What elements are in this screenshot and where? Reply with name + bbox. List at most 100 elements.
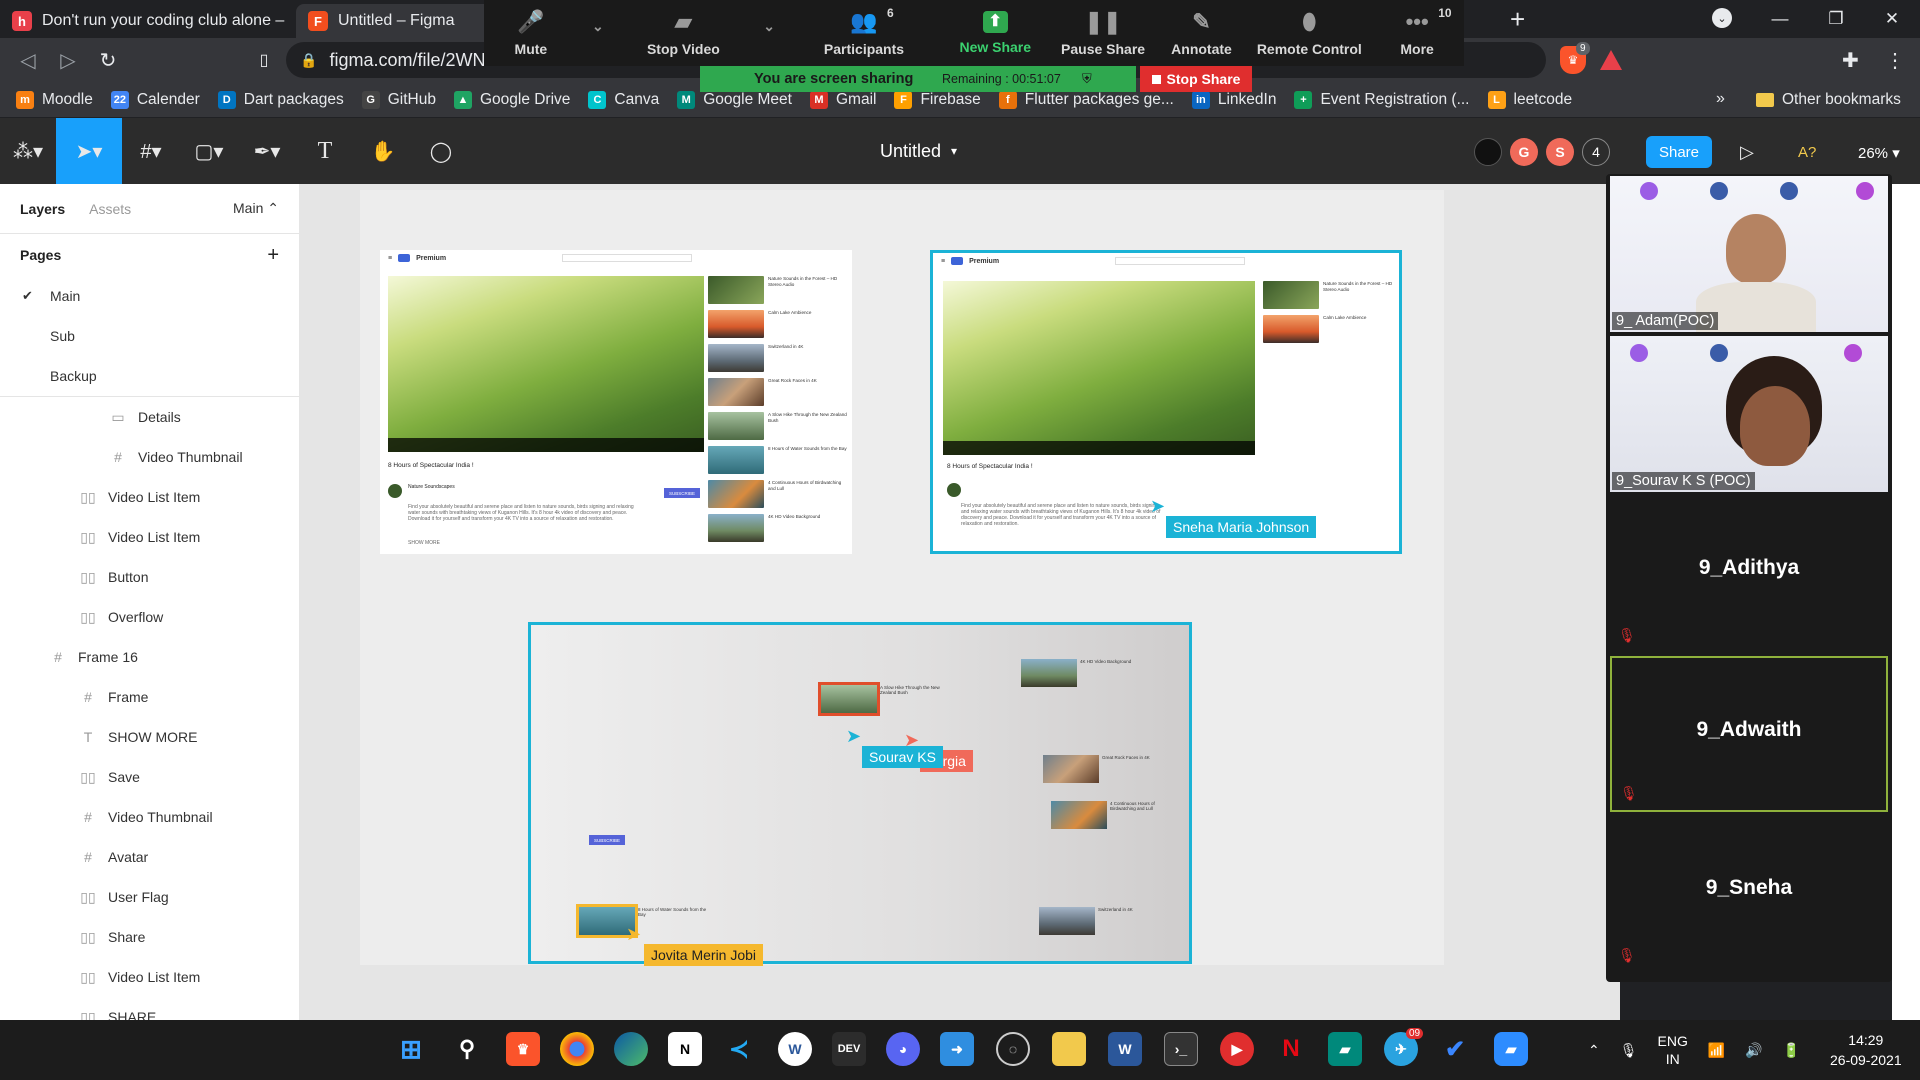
avatar[interactable]: S xyxy=(1546,138,1574,166)
bookmark-item[interactable]: M Google Meet xyxy=(677,90,792,109)
move-tool-icon[interactable]: ➤▾ xyxy=(56,118,122,184)
zoom-remote-control-button[interactable]: ⬮ Remote Control xyxy=(1248,0,1370,66)
brave-rewards-icon[interactable] xyxy=(1600,50,1622,70)
bookmark-item[interactable]: G GitHub xyxy=(361,90,436,109)
layer-item[interactable]: ▯▯ SHARE xyxy=(0,997,299,1021)
browser-menu-icon[interactable]: ⋮ xyxy=(1885,48,1905,73)
bookmark-item[interactable]: F Firebase xyxy=(894,90,981,109)
bookmark-item[interactable]: D Dart packages xyxy=(217,90,344,109)
language-indicator[interactable]: ENG IN xyxy=(1658,1032,1688,1068)
new-tab-button[interactable]: + xyxy=(1510,4,1525,35)
chevron-up-icon[interactable]: ⌃ xyxy=(1588,1042,1600,1059)
avatar[interactable]: G xyxy=(1510,138,1538,166)
page-select[interactable]: Main ⌃ xyxy=(233,200,279,217)
figma-menu-icon[interactable]: ⁂▾ xyxy=(0,118,56,184)
chevron-down-icon[interactable]: ⌄ xyxy=(592,18,604,35)
participant-tile[interactable]: 9_Adithya 🎙 xyxy=(1610,496,1888,652)
zoom-annotate-button[interactable]: ✎ Annotate xyxy=(1155,0,1249,66)
todo-icon[interactable]: ✔ xyxy=(1438,1032,1472,1066)
zoom-stop-video-button[interactable]: ▰ Stop Video ⌄ xyxy=(618,0,775,66)
windows-start-icon[interactable]: ⊞ xyxy=(394,1032,428,1066)
aperture-icon[interactable]: ◌ xyxy=(996,1032,1030,1066)
avatar[interactable] xyxy=(1474,138,1502,166)
file-explorer-icon[interactable] xyxy=(1052,1032,1086,1066)
page-item-sub[interactable]: Sub xyxy=(0,316,299,356)
bookmark-item[interactable]: m Moodle xyxy=(16,90,93,109)
layer-item[interactable]: ▯▯ Share xyxy=(0,917,299,957)
layer-item[interactable]: # Frame xyxy=(0,677,299,717)
dev-icon[interactable]: DEV xyxy=(832,1032,866,1066)
stop-share-button[interactable]: Stop Share xyxy=(1140,66,1252,92)
participant-tile[interactable]: 9_Sneha 🎙 xyxy=(1610,816,1888,972)
netflix-icon[interactable]: N xyxy=(1274,1032,1308,1066)
layer-item[interactable]: ▯▯ Video List Item xyxy=(0,517,299,557)
reload-icon[interactable]: ↻ xyxy=(88,40,128,80)
layer-item[interactable]: # Avatar xyxy=(0,837,299,877)
meet-icon[interactable]: ▰ xyxy=(1328,1032,1362,1066)
microphone-icon[interactable]: 🎙 xyxy=(1620,1042,1638,1059)
participant-tile[interactable]: 9_Sourav K S (POC) xyxy=(1610,336,1888,492)
layer-item[interactable]: ▯▯ User Flag xyxy=(0,877,299,917)
bookmark-item[interactable]: Lleetcode xyxy=(1487,90,1572,109)
layer-item[interactable]: ▯▯ Video List Item xyxy=(0,477,299,517)
layer-item[interactable]: ▭ Details xyxy=(0,397,299,437)
page-item-main[interactable]: ✔ Main xyxy=(0,276,299,316)
bookmark-item[interactable]: 22 Calender xyxy=(110,90,200,109)
bookmark-item[interactable]: f Flutter packages ge... xyxy=(998,90,1174,109)
bookmark-item[interactable]: in LinkedIn xyxy=(1191,90,1276,109)
zoom-pause-share-button[interactable]: ❚❚ Pause Share xyxy=(1052,0,1155,66)
brave-icon[interactable]: ♛ xyxy=(506,1032,540,1066)
bookmark-item[interactable]: M Gmail xyxy=(809,90,876,109)
layer-item[interactable]: T SHOW MORE xyxy=(0,717,299,757)
layer-item[interactable]: ▯▯ Video List Item xyxy=(0,957,299,997)
forward-icon[interactable]: ▷ xyxy=(48,40,88,80)
discord-icon[interactable]: ◕ xyxy=(886,1032,920,1066)
layer-item[interactable]: # Video Thumbnail xyxy=(0,437,299,477)
youtube-frame-2[interactable]: ≡ Premium 8 Hours of Spectacular India !… xyxy=(930,250,1402,554)
extensions-icon[interactable]: ✚ xyxy=(1842,48,1859,73)
bookmark-item[interactable]: + Event Registration (... xyxy=(1294,90,1470,109)
search-icon[interactable]: ⚲ xyxy=(450,1032,484,1066)
wifi-icon[interactable]: 📶 xyxy=(1708,1042,1725,1059)
zoom-icon[interactable]: ▰ xyxy=(1494,1032,1528,1066)
comment-tool-icon[interactable]: ◯ xyxy=(412,118,470,184)
layer-item[interactable]: # Video Thumbnail xyxy=(0,797,299,837)
word-icon[interactable]: W xyxy=(1108,1032,1142,1066)
tab-search-icon[interactable]: ⌄ xyxy=(1712,8,1732,28)
layer-item[interactable]: ▯▯ Overflow xyxy=(0,597,299,637)
layer-item[interactable]: ▯▯ Save xyxy=(0,757,299,797)
participant-tile-active[interactable]: 9_Adwaith 🎙 xyxy=(1610,656,1888,812)
layer-item[interactable]: # Frame 16 xyxy=(0,637,299,677)
missing-fonts-icon[interactable]: A? xyxy=(1798,144,1816,161)
bookmark-item[interactable]: C Canva xyxy=(588,90,659,109)
add-page-icon[interactable]: + xyxy=(267,244,279,267)
other-bookmarks[interactable]: Other bookmarks xyxy=(1756,82,1901,118)
close-icon[interactable]: ✕ xyxy=(1864,0,1920,38)
terminal-icon[interactable]: ›_ xyxy=(1164,1032,1198,1066)
chevron-down-icon[interactable]: ⌄ xyxy=(763,18,775,35)
file-title[interactable]: Untitled ▾ xyxy=(880,118,957,184)
bookmark-item[interactable]: ▲ Google Drive xyxy=(453,90,570,109)
tab-assets[interactable]: Assets xyxy=(89,201,131,217)
frame-16[interactable]: A Slow Hike Through the New Zealand Bush… xyxy=(528,622,1192,964)
back-icon[interactable]: ◁ xyxy=(8,40,48,80)
clock[interactable]: 14:29 26-09-2021 xyxy=(1830,1030,1902,1070)
figma-canvas[interactable]: ≡ Premium 8 Hours of Spectacular India !… xyxy=(300,184,1620,1020)
zoom-mute-button[interactable]: 🎤 Mute ⌄ xyxy=(484,0,604,66)
shape-tool-icon[interactable]: ▢▾ xyxy=(180,118,238,184)
layer-item[interactable]: ▯▯ Button xyxy=(0,557,299,597)
share-button[interactable]: Share xyxy=(1646,136,1712,168)
bookmarks-overflow-button[interactable]: » xyxy=(1716,90,1725,108)
chrome-icon[interactable] xyxy=(560,1032,594,1066)
restore-icon[interactable]: ❐ xyxy=(1808,0,1864,38)
notion-icon[interactable]: N xyxy=(668,1032,702,1066)
youtube-frame-1[interactable]: ≡ Premium 8 Hours of Spectacular India !… xyxy=(380,250,852,554)
zoom-more-button[interactable]: ••• More 10 xyxy=(1370,0,1464,66)
word-pad-icon[interactable]: W xyxy=(778,1032,812,1066)
browser-tab-hackclub[interactable]: h Don't run your coding club alone – Ha xyxy=(0,4,300,38)
avatar-count[interactable]: 4 xyxy=(1582,138,1610,166)
zoom-new-share-button[interactable]: ⬆ New Share xyxy=(939,0,1052,66)
share-app-icon[interactable]: ➜ xyxy=(940,1032,974,1066)
present-icon[interactable]: ▷ xyxy=(1740,142,1754,163)
zoom-level[interactable]: 26% ▾ xyxy=(1858,144,1900,162)
